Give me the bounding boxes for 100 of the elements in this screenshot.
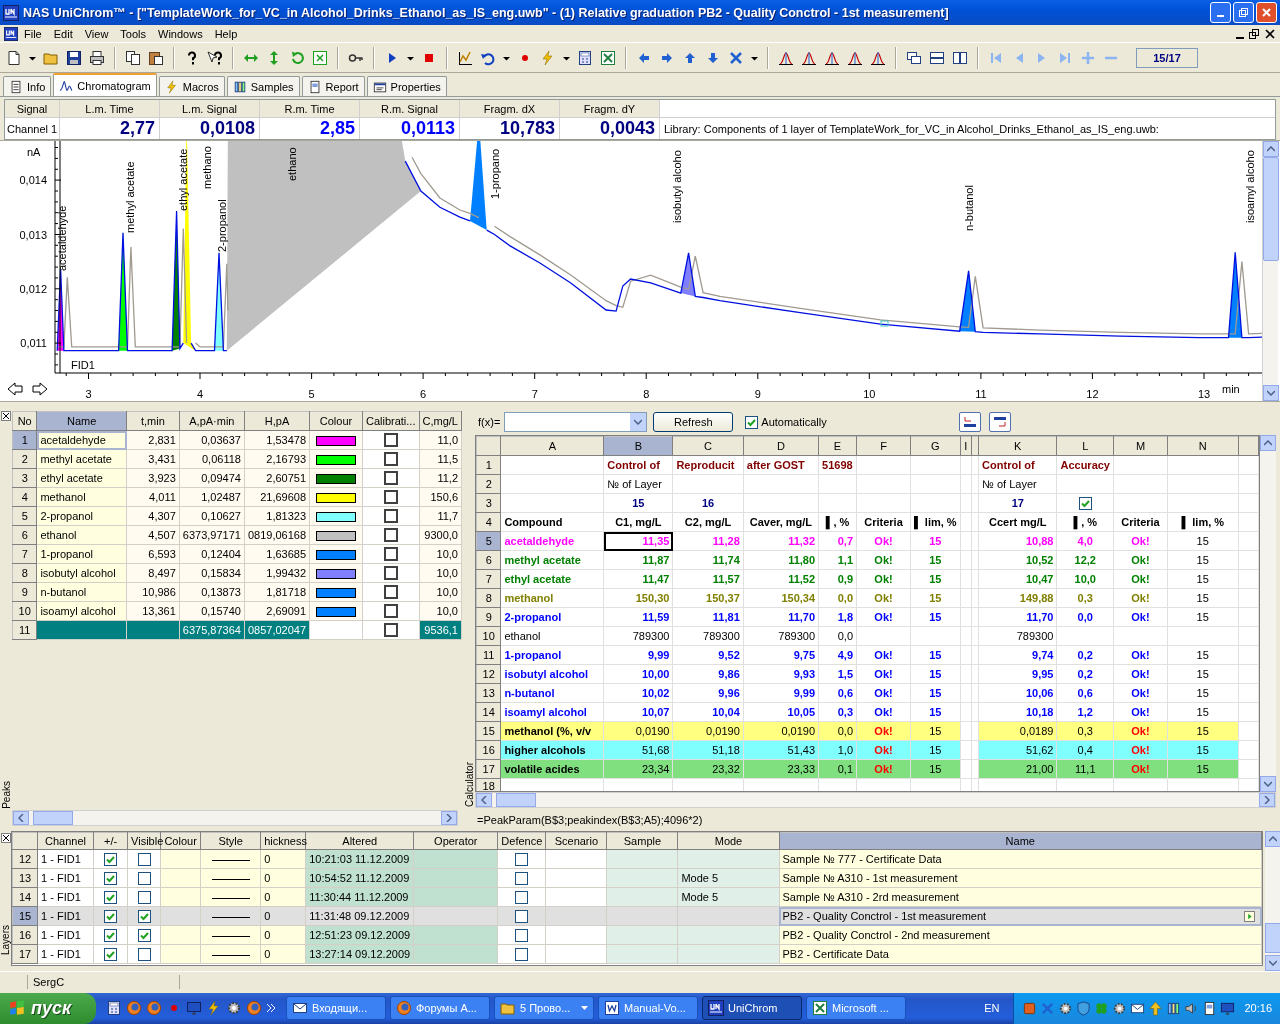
row-number[interactable]: 12 xyxy=(476,664,501,684)
taskbar-button[interactable]: Входящи... xyxy=(286,996,386,1021)
taskbar-button[interactable]: Manual-Vo... xyxy=(598,996,698,1021)
column-header[interactable]: A,pA·min xyxy=(179,411,245,431)
row-number[interactable]: 16 xyxy=(476,740,501,760)
scroll-up-button[interactable] xyxy=(1260,435,1276,452)
row-number[interactable]: 8 xyxy=(476,588,501,608)
row-number[interactable]: 13 xyxy=(476,683,501,703)
scrollbar-thumb[interactable] xyxy=(1265,922,1280,953)
checkbox[interactable] xyxy=(745,415,759,429)
column-header[interactable]: C,mg/L xyxy=(419,411,462,431)
taskbar-button[interactable]: Форумы А... xyxy=(390,996,490,1021)
scroll-left-button[interactable] xyxy=(476,793,492,808)
checkbox[interactable] xyxy=(515,948,529,962)
vertical-scrollbar[interactable] xyxy=(1265,831,1280,971)
column-header[interactable]: Style xyxy=(200,832,261,850)
colour-swatch[interactable] xyxy=(316,436,356,447)
row-number[interactable]: 2 xyxy=(12,449,37,469)
checkbox[interactable] xyxy=(515,891,529,905)
maximize-button[interactable] xyxy=(1233,2,1254,23)
checkbox[interactable] xyxy=(383,509,398,524)
column-header[interactable]: E xyxy=(818,436,857,456)
checkbox[interactable] xyxy=(137,929,151,943)
checkbox[interactable] xyxy=(137,948,151,962)
tray-icon[interactable] xyxy=(1220,1001,1236,1016)
row-number[interactable]: 1 xyxy=(12,430,37,450)
vertical-scrollbar[interactable] xyxy=(1260,435,1276,793)
checkbox[interactable] xyxy=(137,910,151,924)
checkbox[interactable] xyxy=(137,872,151,886)
rotate-icon[interactable] xyxy=(289,49,305,66)
tray-icon[interactable] xyxy=(1058,1001,1074,1016)
colour-swatch[interactable] xyxy=(316,569,356,580)
column-header[interactable]: hickness xyxy=(260,832,306,850)
checkbox[interactable] xyxy=(383,566,398,581)
context-help-icon[interactable] xyxy=(207,49,223,66)
save-icon[interactable] xyxy=(66,49,82,66)
column-header[interactable]: +/- xyxy=(93,832,128,850)
column-header[interactable]: K xyxy=(978,436,1057,456)
row-number[interactable]: 9 xyxy=(12,582,37,602)
column-header[interactable]: I xyxy=(960,436,972,456)
scroll-down-button[interactable] xyxy=(1260,776,1276,793)
menu-item[interactable]: Edit xyxy=(47,27,79,40)
column-header[interactable]: G xyxy=(910,436,961,456)
tile-vertical-icon[interactable] xyxy=(952,49,968,66)
function-combo[interactable] xyxy=(504,412,648,433)
column-header[interactable]: Defence xyxy=(497,832,546,850)
menu-item[interactable]: View xyxy=(78,27,115,40)
column-header[interactable]: Colour xyxy=(309,411,363,431)
checkbox[interactable] xyxy=(515,929,529,943)
checkbox[interactable] xyxy=(104,948,118,962)
checkbox[interactable] xyxy=(515,910,529,924)
scroll-down-button[interactable] xyxy=(1265,954,1280,971)
new-document-icon[interactable] xyxy=(6,49,22,66)
checkbox[interactable] xyxy=(137,853,151,867)
row-number[interactable]: 2 xyxy=(476,474,501,494)
column-header[interactable]: Name xyxy=(36,411,127,431)
checkbox[interactable] xyxy=(515,872,529,886)
row-number[interactable]: 4 xyxy=(476,512,501,532)
checkbox[interactable] xyxy=(104,910,118,924)
column-header[interactable]: A xyxy=(500,436,604,456)
scroll-left-icon[interactable] xyxy=(7,382,23,396)
row-number[interactable]: 5 xyxy=(12,506,37,526)
tab[interactable]: Report xyxy=(301,76,365,97)
checkbox[interactable] xyxy=(383,452,398,467)
checkbox[interactable] xyxy=(104,929,118,943)
restore-icon[interactable] xyxy=(1248,27,1260,40)
peak-tool-icon[interactable] xyxy=(847,49,863,66)
row-number[interactable]: 14 xyxy=(476,702,501,722)
colour-swatch[interactable] xyxy=(316,531,356,542)
tray-icon[interactable] xyxy=(1166,1001,1182,1016)
row-number[interactable]: 11 xyxy=(476,645,501,665)
decrease-decimals-button[interactable] xyxy=(958,412,981,433)
column-header[interactable]: Calibrati... xyxy=(362,411,419,431)
cascade-windows-icon[interactable] xyxy=(906,49,922,66)
row-number[interactable]: 10 xyxy=(12,601,37,621)
checkbox[interactable] xyxy=(383,604,398,619)
colour-swatch[interactable] xyxy=(316,588,356,599)
column-header[interactable]: D xyxy=(743,436,819,456)
scroll-down-button[interactable] xyxy=(1263,385,1279,402)
peak-tool-icon[interactable] xyxy=(824,49,840,66)
row-number[interactable]: 7 xyxy=(12,544,37,564)
peak-tool-icon[interactable] xyxy=(870,49,886,66)
close-icon[interactable] xyxy=(1,411,11,422)
increase-decimals-button[interactable] xyxy=(988,412,1011,433)
start-button[interactable]: пуск xyxy=(0,993,96,1024)
scroll-up-button[interactable] xyxy=(1265,831,1280,848)
tab[interactable]: Samples xyxy=(226,76,300,97)
colour-swatch[interactable] xyxy=(316,550,356,561)
tray-icon[interactable] xyxy=(1112,1001,1128,1016)
tray-icon[interactable] xyxy=(1130,1001,1146,1016)
checkbox[interactable] xyxy=(104,872,118,886)
horizontal-scrollbar[interactable] xyxy=(12,810,458,827)
quick-launch-icon[interactable] xyxy=(226,1000,242,1017)
layer-name[interactable]: PB2 - Certificate Data xyxy=(782,948,889,961)
column-header[interactable]: C xyxy=(672,436,744,456)
checkbox[interactable] xyxy=(383,585,398,600)
checkbox[interactable] xyxy=(515,853,529,867)
copy-icon[interactable] xyxy=(125,49,141,66)
scroll-up-button[interactable] xyxy=(1263,141,1279,158)
row-number[interactable]: 4 xyxy=(12,487,37,507)
